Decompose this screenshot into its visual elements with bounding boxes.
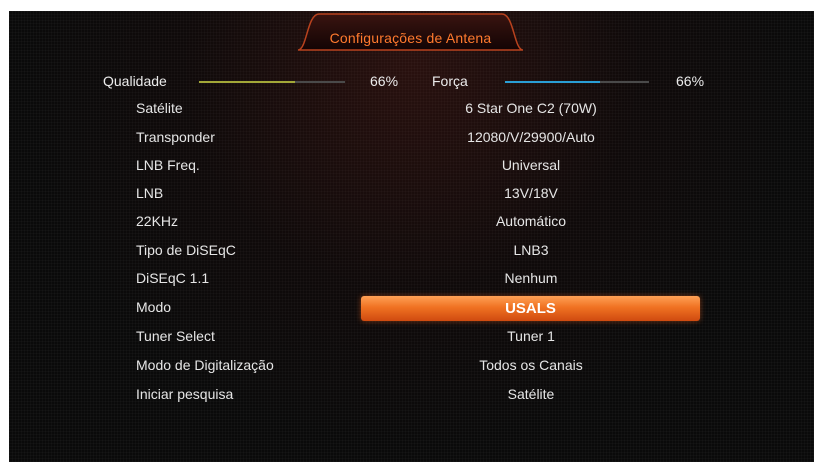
setting-label: Satélite xyxy=(136,100,183,116)
quality-label: Qualidade xyxy=(103,73,167,89)
setting-value: LNB3 xyxy=(513,242,549,258)
setting-label: Tuner Select xyxy=(136,328,215,344)
setting-value: 6 Star One C2 (70W) xyxy=(465,100,597,116)
setting-label: Transponder xyxy=(136,129,215,145)
strength-meter-fill xyxy=(505,81,601,83)
setting-value: Universal xyxy=(501,157,561,173)
setting-label: Modo de Digitalização xyxy=(136,357,274,373)
strength-value: 66% xyxy=(676,73,705,89)
quality-value: 66% xyxy=(370,73,399,89)
setting-value: Automático xyxy=(495,213,567,229)
setting-label: Modo xyxy=(136,299,172,315)
setting-value: Tuner 1 xyxy=(507,328,555,344)
strength-label: Força xyxy=(432,73,468,89)
setting-label: DiSEqC 1.1 xyxy=(136,270,210,286)
setting-value: Nenhum xyxy=(504,270,558,286)
setting-label: Tipo de DiSEqC xyxy=(136,242,236,258)
setting-value: Todos os Canais xyxy=(479,357,583,373)
setting-label: LNB Freq. xyxy=(136,157,200,173)
setting-value: 12080/V/29900/Auto xyxy=(467,129,595,145)
title-tab: Configurações de Antena xyxy=(297,12,524,51)
page-title: Configurações de Antena xyxy=(329,30,492,46)
quality-meter-fill xyxy=(199,81,296,83)
strength-meter xyxy=(505,81,649,83)
setting-label: Iniciar pesquisa xyxy=(136,386,234,402)
setting-value-selected: USALS xyxy=(505,300,556,317)
selected-value-highlight[interactable]: USALS xyxy=(361,296,700,321)
quality-meter xyxy=(199,81,345,83)
setting-value: Satélite xyxy=(507,386,555,402)
setting-value: 13V/18V xyxy=(504,185,558,201)
setting-label: LNB xyxy=(136,185,164,201)
setting-label: 22KHz xyxy=(136,213,179,229)
